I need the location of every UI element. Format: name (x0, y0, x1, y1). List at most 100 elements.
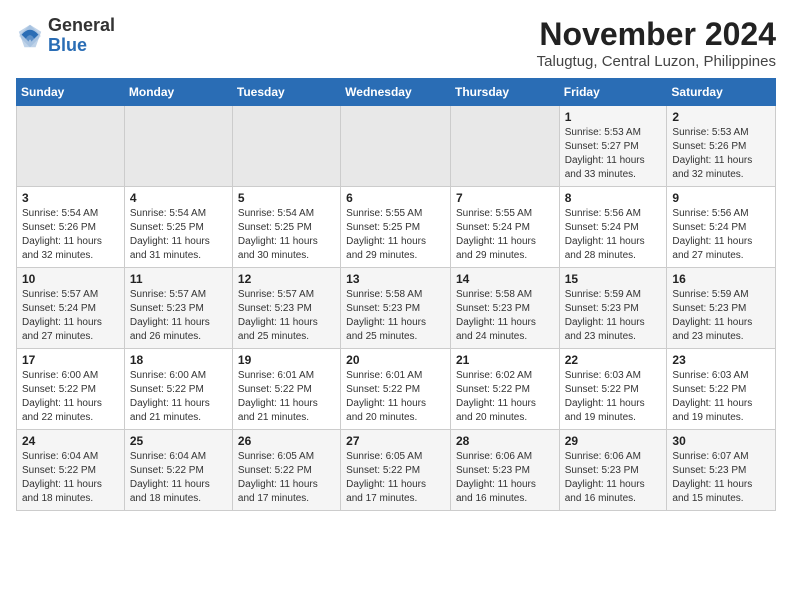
day-info: Sunrise: 5:54 AM Sunset: 5:25 PM Dayligh… (130, 207, 227, 263)
logo-blue: Blue (48, 36, 115, 56)
day-info: Sunrise: 6:00 AM Sunset: 5:22 PM Dayligh… (22, 369, 119, 425)
day-number: 14 (456, 272, 554, 286)
calendar-cell: 27Sunrise: 6:05 AM Sunset: 5:22 PM Dayli… (341, 430, 451, 511)
day-info: Sunrise: 6:00 AM Sunset: 5:22 PM Dayligh… (130, 369, 227, 425)
weekday-header-friday: Friday (559, 79, 667, 106)
weekday-header-monday: Monday (124, 79, 232, 106)
calendar-cell: 22Sunrise: 6:03 AM Sunset: 5:22 PM Dayli… (559, 349, 667, 430)
day-number: 18 (130, 353, 227, 367)
day-info: Sunrise: 6:04 AM Sunset: 5:22 PM Dayligh… (130, 450, 227, 506)
calendar-cell: 25 Sunrise: 6:04 AM Sunset: 5:22 PM Dayli… (124, 430, 232, 511)
day-number: 29 (565, 434, 662, 448)
calendar-week-2: 3 Sunrise: 5:54 AM Sunset: 5:26 PM Daylig… (17, 187, 776, 268)
calendar-cell (232, 106, 340, 187)
calendar-cell: 23 Sunrise: 6:03 AM Sunset: 5:22 PM Dayli… (667, 349, 776, 430)
day-info: Sunrise: 5:58 AM Sunset: 5:23 PM Dayligh… (346, 288, 445, 344)
day-info: Sunrise: 6:05 AM Sunset: 5:22 PM Dayligh… (238, 450, 335, 506)
day-number: 6 (346, 191, 445, 205)
calendar-cell: 15Sunrise: 5:59 AM Sunset: 5:23 PM Dayli… (559, 268, 667, 349)
logo-general: General (48, 16, 115, 36)
day-number: 16 (672, 272, 770, 286)
day-info: Sunrise: 5:58 AM Sunset: 5:23 PM Dayligh… (456, 288, 554, 344)
weekday-header-saturday: Saturday (667, 79, 776, 106)
calendar-header-row: SundayMondayTuesdayWednesdayThursdayFrid… (17, 79, 776, 106)
day-number: 23 (672, 353, 770, 367)
day-number: 3 (22, 191, 119, 205)
day-info: Sunrise: 5:57 AM Sunset: 5:23 PM Dayligh… (130, 288, 227, 344)
day-info: Sunrise: 6:03 AM Sunset: 5:22 PM Dayligh… (672, 369, 770, 425)
calendar-week-4: 17 Sunrise: 6:00 AM Sunset: 5:22 PM Dayli… (17, 349, 776, 430)
day-info: Sunrise: 5:56 AM Sunset: 5:24 PM Dayligh… (672, 207, 770, 263)
day-info: Sunrise: 5:53 AM Sunset: 5:27 PM Dayligh… (565, 126, 662, 182)
day-number: 22 (565, 353, 662, 367)
day-number: 5 (238, 191, 335, 205)
weekday-header-thursday: Thursday (450, 79, 559, 106)
day-number: 1 (565, 110, 662, 124)
calendar-table: SundayMondayTuesdayWednesdayThursdayFrid… (16, 78, 776, 511)
day-info: Sunrise: 5:56 AM Sunset: 5:24 PM Dayligh… (565, 207, 662, 263)
day-number: 8 (565, 191, 662, 205)
calendar-cell: 7 Sunrise: 5:55 AM Sunset: 5:24 PM Daylig… (450, 187, 559, 268)
day-info: Sunrise: 6:01 AM Sunset: 5:22 PM Dayligh… (346, 369, 445, 425)
day-number: 25 (130, 434, 227, 448)
calendar-cell (341, 106, 451, 187)
calendar-cell: 1 Sunrise: 5:53 AM Sunset: 5:27 PM Daylig… (559, 106, 667, 187)
day-info: Sunrise: 6:07 AM Sunset: 5:23 PM Dayligh… (672, 450, 770, 506)
day-info: Sunrise: 5:55 AM Sunset: 5:24 PM Dayligh… (456, 207, 554, 263)
day-number: 9 (672, 191, 770, 205)
calendar-cell: 20Sunrise: 6:01 AM Sunset: 5:22 PM Dayli… (341, 349, 451, 430)
calendar-cell: 5 Sunrise: 5:54 AM Sunset: 5:25 PM Daylig… (232, 187, 340, 268)
calendar-cell: 14 Sunrise: 5:58 AM Sunset: 5:23 PM Dayli… (450, 268, 559, 349)
day-number: 13 (346, 272, 445, 286)
calendar-week-1: 1 Sunrise: 5:53 AM Sunset: 5:27 PM Daylig… (17, 106, 776, 187)
page-title: November 2024 (537, 16, 776, 53)
day-number: 21 (456, 353, 554, 367)
calendar-cell (17, 106, 125, 187)
day-number: 2 (672, 110, 770, 124)
day-number: 17 (22, 353, 119, 367)
day-info: Sunrise: 6:06 AM Sunset: 5:23 PM Dayligh… (456, 450, 554, 506)
weekday-header-sunday: Sunday (17, 79, 125, 106)
calendar-cell (124, 106, 232, 187)
weekday-header-wednesday: Wednesday (341, 79, 451, 106)
day-info: Sunrise: 5:54 AM Sunset: 5:26 PM Dayligh… (22, 207, 119, 263)
calendar-cell: 19Sunrise: 6:01 AM Sunset: 5:22 PM Dayli… (232, 349, 340, 430)
weekday-header-tuesday: Tuesday (232, 79, 340, 106)
calendar-cell (450, 106, 559, 187)
calendar-cell: 28 Sunrise: 6:06 AM Sunset: 5:23 PM Dayli… (450, 430, 559, 511)
day-info: Sunrise: 5:55 AM Sunset: 5:25 PM Dayligh… (346, 207, 445, 263)
calendar-cell: 29Sunrise: 6:06 AM Sunset: 5:23 PM Dayli… (559, 430, 667, 511)
logo-text: General Blue (48, 16, 115, 56)
calendar-cell: 18 Sunrise: 6:00 AM Sunset: 5:22 PM Dayli… (124, 349, 232, 430)
logo-icon (16, 22, 44, 50)
day-number: 28 (456, 434, 554, 448)
page-subtitle: Talugtug, Central Luzon, Philippines (537, 53, 776, 70)
calendar-cell: 16 Sunrise: 5:59 AM Sunset: 5:23 PM Dayli… (667, 268, 776, 349)
day-info: Sunrise: 5:54 AM Sunset: 5:25 PM Dayligh… (238, 207, 335, 263)
day-number: 10 (22, 272, 119, 286)
day-info: Sunrise: 5:59 AM Sunset: 5:23 PM Dayligh… (565, 288, 662, 344)
day-info: Sunrise: 5:57 AM Sunset: 5:24 PM Dayligh… (22, 288, 119, 344)
logo: General Blue (16, 16, 115, 56)
day-number: 27 (346, 434, 445, 448)
day-number: 24 (22, 434, 119, 448)
calendar-cell: 2Sunrise: 5:53 AM Sunset: 5:26 PM Daylig… (667, 106, 776, 187)
day-info: Sunrise: 5:59 AM Sunset: 5:23 PM Dayligh… (672, 288, 770, 344)
calendar-cell: 4Sunrise: 5:54 AM Sunset: 5:25 PM Daylig… (124, 187, 232, 268)
calendar-cell: 10 Sunrise: 5:57 AM Sunset: 5:24 PM Dayli… (17, 268, 125, 349)
page-header: General Blue November 2024 Talugtug, Cen… (16, 16, 776, 70)
calendar-week-3: 10 Sunrise: 5:57 AM Sunset: 5:24 PM Dayli… (17, 268, 776, 349)
day-number: 26 (238, 434, 335, 448)
day-info: Sunrise: 6:02 AM Sunset: 5:22 PM Dayligh… (456, 369, 554, 425)
calendar-cell: 8 Sunrise: 5:56 AM Sunset: 5:24 PM Daylig… (559, 187, 667, 268)
day-number: 30 (672, 434, 770, 448)
day-info: Sunrise: 5:57 AM Sunset: 5:23 PM Dayligh… (238, 288, 335, 344)
day-number: 19 (238, 353, 335, 367)
calendar-cell: 6 Sunrise: 5:55 AM Sunset: 5:25 PM Daylig… (341, 187, 451, 268)
calendar-cell: 26 Sunrise: 6:05 AM Sunset: 5:22 PM Dayli… (232, 430, 340, 511)
day-number: 12 (238, 272, 335, 286)
title-block: November 2024 Talugtug, Central Luzon, P… (537, 16, 776, 70)
day-number: 7 (456, 191, 554, 205)
calendar-cell: 13 Sunrise: 5:58 AM Sunset: 5:23 PM Dayli… (341, 268, 451, 349)
calendar-cell: 12 Sunrise: 5:57 AM Sunset: 5:23 PM Dayli… (232, 268, 340, 349)
